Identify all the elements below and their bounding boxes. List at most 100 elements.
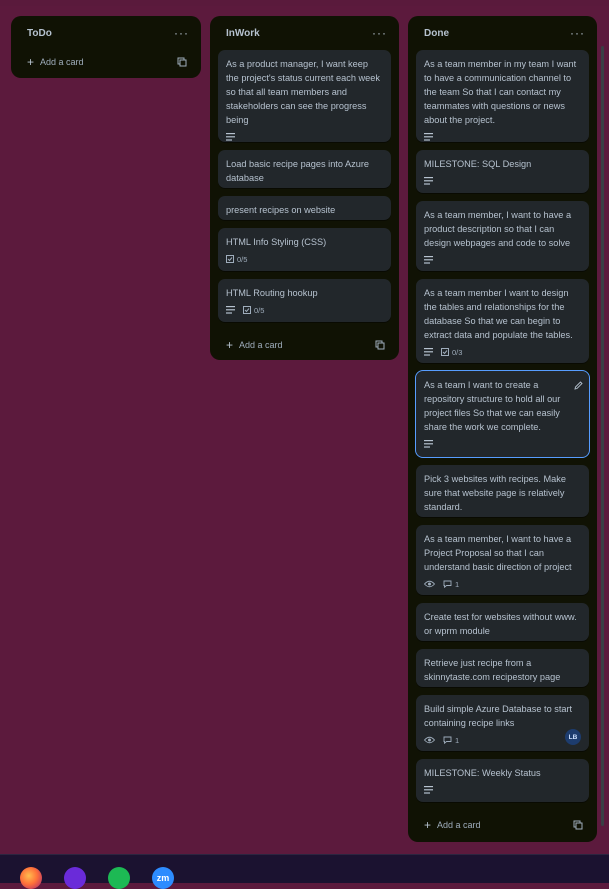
comment-icon (443, 736, 452, 744)
plus-icon: + (27, 55, 35, 69)
template-icon[interactable] (573, 820, 583, 830)
card-badges (424, 254, 581, 266)
comment-icon (443, 580, 452, 588)
card[interactable]: HTML Routing hookup 0/5 (218, 279, 391, 322)
checklist-badge: 0/5 (226, 255, 247, 264)
edit-pencil-icon[interactable] (574, 377, 583, 395)
description-icon (424, 440, 433, 448)
template-icon[interactable] (375, 340, 385, 350)
add-card-button[interactable]: + Add a card (226, 339, 283, 351)
card-badges (424, 784, 581, 796)
add-card-row: + Add a card (218, 330, 391, 360)
card-badges: 1 (424, 734, 581, 746)
description-icon (226, 306, 235, 314)
comment-count: 1 (455, 579, 460, 589)
add-card-row: + Add a card (416, 810, 589, 840)
card-badges: 1 (424, 578, 581, 590)
checklist-count: 0/3 (452, 347, 463, 357)
card-badges (424, 131, 581, 143)
teams-icon[interactable] (64, 867, 86, 889)
template-icon[interactable] (177, 57, 187, 67)
card[interactable]: As a team member I want to design the ta… (416, 279, 589, 363)
card[interactable]: MILESTONE: SQL Design (416, 150, 589, 193)
card[interactable]: As a team member in my team I want to ha… (416, 50, 589, 142)
checklist-icon (441, 348, 449, 356)
card-title: As a team member in my team I want to ha… (424, 59, 577, 125)
checklist-count: 0/5 (254, 305, 265, 315)
card[interactable]: As a team member, I want to have a Proje… (416, 525, 589, 595)
card-title: HTML Info Styling (CSS) (226, 237, 327, 247)
list-title[interactable]: Done (424, 28, 449, 39)
list-header: InWork ··· (218, 16, 391, 50)
card-title: HTML Routing hookup (226, 288, 318, 298)
description-icon (424, 786, 433, 794)
watch-eye-icon (424, 580, 435, 588)
card[interactable]: As a team member, I want to have a produ… (416, 201, 589, 271)
card-badges: 0/3 (424, 346, 581, 358)
firefox-icon[interactable] (20, 867, 42, 889)
list-title[interactable]: InWork (226, 28, 260, 39)
comments-badge: 1 (443, 736, 459, 745)
checklist-badge: 0/3 (441, 348, 462, 357)
card-badges: 0/5 (226, 304, 383, 316)
card-title: As a team member, I want to have a Proje… (424, 534, 572, 572)
add-card-row: + Add a card (19, 50, 193, 74)
card-badges (424, 175, 581, 187)
card[interactable]: present recipes on website (218, 196, 391, 220)
window-top-strip (0, 0, 609, 6)
card[interactable]: MILESTONE: Weekly Status (416, 759, 589, 802)
comment-count: 1 (455, 735, 460, 745)
plus-icon: + (226, 338, 234, 352)
description-icon (226, 133, 235, 141)
checklist-badge: 0/5 (243, 306, 264, 315)
list-header: ToDo ··· (19, 16, 193, 50)
card[interactable]: Retrieve just recipe from a skinnytaste.… (416, 649, 589, 687)
add-card-label: Add a card (40, 57, 84, 67)
card-badges (424, 438, 581, 450)
list-title[interactable]: ToDo (27, 28, 52, 39)
add-card-button[interactable]: + Add a card (27, 56, 84, 68)
list-menu-button[interactable]: ··· (174, 27, 189, 39)
card[interactable]: Load basic recipe pages into Azure datab… (218, 150, 391, 188)
list-todo: ToDo ··· + Add a card (11, 16, 201, 78)
list-inwork: InWork ··· As a product manager, I want … (210, 16, 399, 360)
list-done: Done ··· As a team member in my team I w… (408, 16, 597, 842)
list-scrollbar[interactable] (601, 46, 604, 826)
card-badges: 0/5 (226, 253, 383, 265)
card-title: Retrieve just recipe from a skinnytaste.… (424, 658, 561, 682)
list-menu-button[interactable]: ··· (570, 27, 585, 39)
add-card-label: Add a card (239, 340, 283, 350)
list-header: Done ··· (416, 16, 589, 50)
add-card-button[interactable]: + Add a card (424, 819, 481, 831)
card[interactable]: Pick 3 websites with recipes. Make sure … (416, 465, 589, 517)
list-menu-button[interactable]: ··· (372, 27, 387, 39)
description-icon (424, 348, 433, 356)
taskbar: zm (0, 854, 609, 889)
card-title: As a team member I want to design the ta… (424, 288, 573, 340)
comments-badge: 1 (443, 580, 459, 589)
description-icon (424, 256, 433, 264)
card[interactable]: Build simple Azure Database to start con… (416, 695, 589, 751)
card-title: Build simple Azure Database to start con… (424, 704, 573, 728)
zoom-icon[interactable]: zm (152, 867, 174, 889)
plus-icon: + (424, 818, 432, 832)
card-title: As a product manager, I want keep the pr… (226, 59, 380, 125)
avatar[interactable]: LB (565, 729, 581, 745)
card[interactable]: As a team I want to create a repository … (415, 370, 590, 458)
add-card-label: Add a card (437, 820, 481, 830)
checklist-icon (226, 255, 234, 263)
watch-eye-icon (424, 736, 435, 744)
description-icon (424, 133, 433, 141)
card-title: present recipes on website (226, 205, 336, 215)
card-title: Pick 3 websites with recipes. Make sure … (424, 474, 566, 512)
card[interactable]: As a product manager, I want keep the pr… (218, 50, 391, 142)
card-title: Load basic recipe pages into Azure datab… (226, 159, 370, 183)
card[interactable]: Create test for websites without www. or… (416, 603, 589, 641)
checklist-count: 0/5 (237, 254, 248, 264)
spotify-icon[interactable] (108, 867, 130, 889)
card-title: MILESTONE: SQL Design (424, 159, 532, 169)
card[interactable]: HTML Info Styling (CSS) 0/5 (218, 228, 391, 271)
card-title: MILESTONE: Weekly Status (424, 768, 541, 778)
card-badges (226, 131, 383, 143)
card-title: As a team I want to create a repository … (424, 380, 561, 432)
